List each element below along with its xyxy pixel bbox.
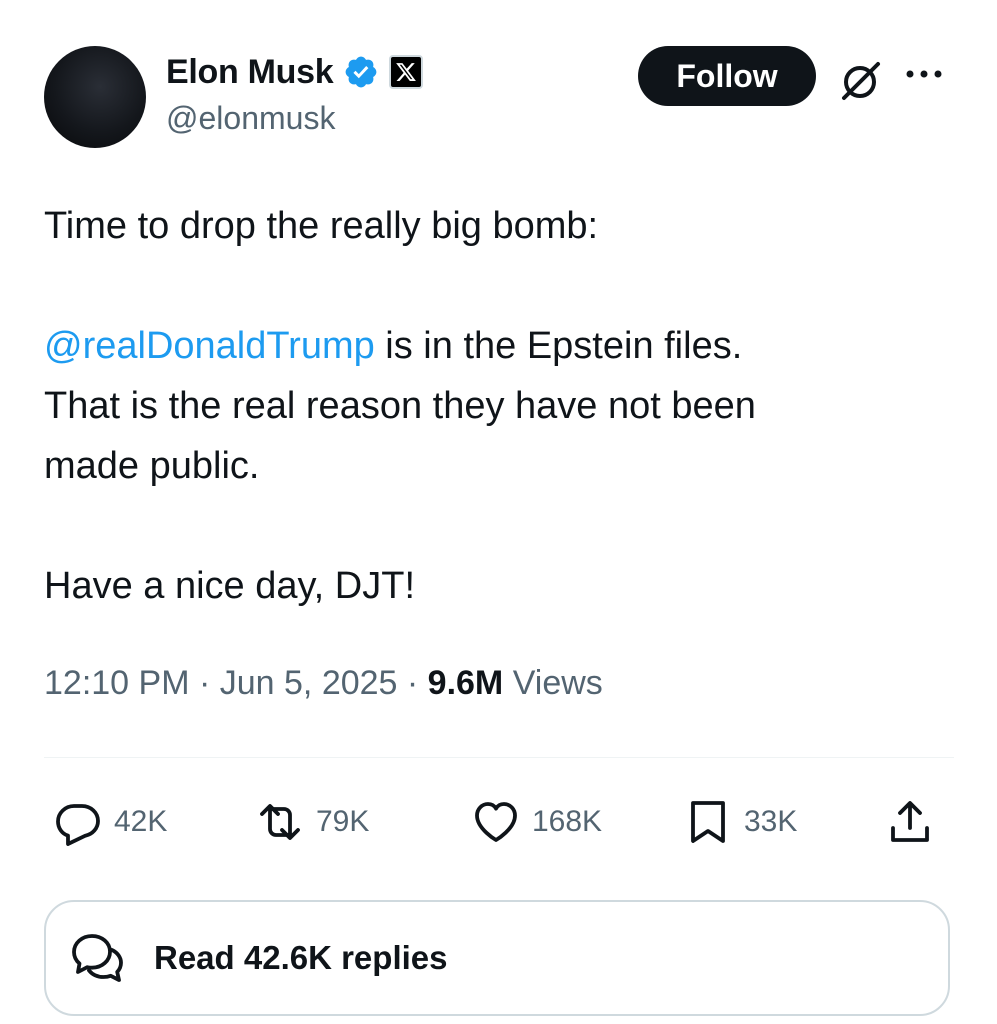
- tweet-meta: 12:10 PM · Jun 5, 2025 · 9.6M Views: [44, 664, 603, 703]
- meta-separator: ·: [397, 664, 428, 702]
- views-count: 9.6M: [427, 664, 504, 702]
- like-count: 168K: [532, 805, 603, 838]
- like-button[interactable]: 168K: [472, 794, 602, 850]
- read-replies-label: Read 42.6K replies: [154, 939, 448, 976]
- bookmark-button[interactable]: 33K: [684, 794, 797, 850]
- x-affiliation-icon[interactable]: [389, 55, 424, 89]
- author-handle[interactable]: @elonmusk: [166, 100, 335, 137]
- read-replies-button[interactable]: Read 42.6K replies: [44, 900, 950, 1016]
- avatar[interactable]: [44, 46, 146, 148]
- heart-icon: [475, 802, 517, 842]
- repost-icon: [260, 804, 300, 840]
- views-label: Views: [512, 664, 603, 702]
- tweet-time[interactable]: 12:10 PM: [44, 664, 190, 702]
- reply-button[interactable]: 42K: [54, 794, 167, 850]
- author-display-name[interactable]: Elon Musk: [166, 53, 334, 92]
- conversation-icon: [72, 934, 123, 982]
- follow-button[interactable]: Follow: [638, 46, 816, 106]
- mention-link[interactable]: @realDonaldTrump: [44, 325, 375, 367]
- bookmark-icon: [691, 801, 725, 843]
- reply-count: 42K: [114, 805, 168, 838]
- bookmark-count: 33K: [744, 805, 798, 838]
- repost-count: 79K: [316, 805, 370, 838]
- author-name-row: Elon Musk: [166, 50, 424, 94]
- share-icon: [891, 801, 929, 842]
- verified-badge-icon: [343, 54, 379, 90]
- divider: [44, 757, 954, 758]
- grok-icon[interactable]: [838, 56, 886, 104]
- reply-icon: [56, 804, 100, 846]
- repost-button[interactable]: 79K: [256, 794, 369, 850]
- tweet-line-3: Have a nice day, DJT!: [44, 565, 416, 607]
- meta-separator: ·: [189, 664, 220, 702]
- more-icon[interactable]: [904, 64, 944, 84]
- tweet-date[interactable]: Jun 5, 2025: [220, 664, 398, 702]
- tweet-line-1: Time to drop the really big bomb:: [44, 205, 599, 247]
- tweet-text: Time to drop the really big bomb: @realD…: [44, 196, 944, 616]
- share-button[interactable]: [886, 794, 934, 850]
